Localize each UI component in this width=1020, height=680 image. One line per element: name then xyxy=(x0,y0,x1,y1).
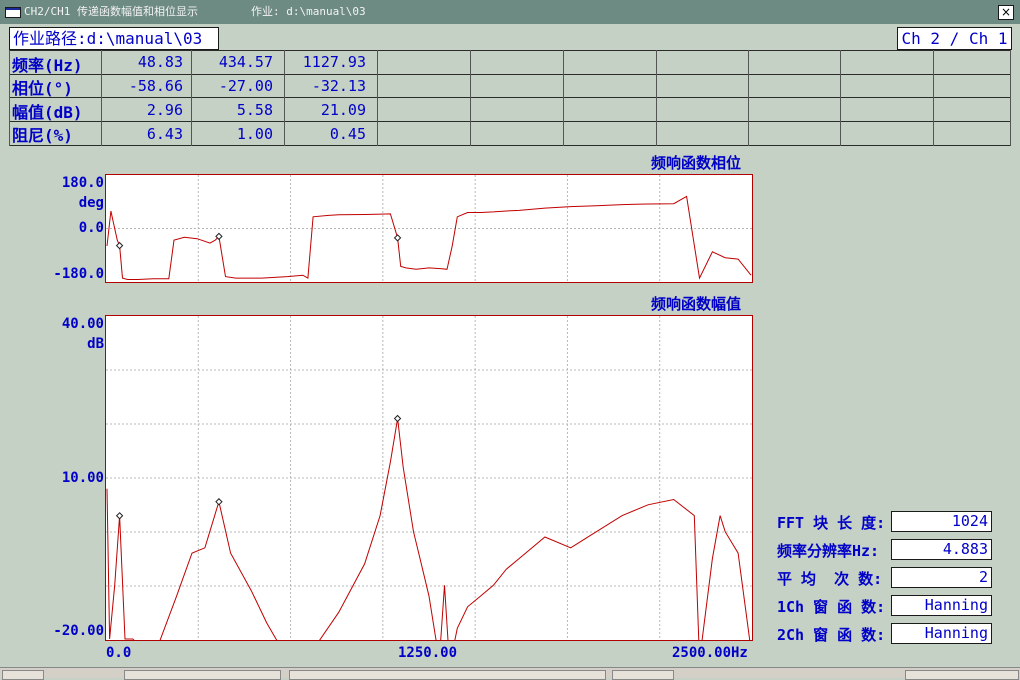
param-label-ch1-window: 1Ch 窗 函 数: xyxy=(777,598,886,616)
magnitude-y-mid: 10.00 xyxy=(61,470,104,486)
table-cell: 21.09 xyxy=(320,101,366,119)
peak-marker xyxy=(115,512,124,520)
title-bar: CH2/CH1 传递函数幅值和相位显示 作业: d:\manual\03 × xyxy=(0,0,1020,24)
taskbar-button[interactable] xyxy=(612,670,674,680)
channel-indicator: Ch 2 / Ch 1 xyxy=(897,27,1012,50)
table-cell: 5.58 xyxy=(236,101,273,119)
table-cell: -32.13 xyxy=(311,77,366,95)
table-cell: 2.96 xyxy=(146,101,183,119)
magnitude-plot[interactable] xyxy=(105,315,753,641)
table-cell: 0.45 xyxy=(329,125,366,143)
series-trace xyxy=(106,418,751,640)
taskbar xyxy=(0,667,1020,680)
phase-y-unit: deg xyxy=(78,195,104,211)
table-cell: -58.66 xyxy=(128,77,183,95)
table-cell: -27.00 xyxy=(218,77,273,95)
taskbar-button[interactable] xyxy=(2,670,44,680)
taskbar-button[interactable] xyxy=(289,670,606,680)
param-fft-block-field[interactable]: 1024 xyxy=(891,511,992,532)
row-label-damping: 阻尼(%) xyxy=(12,126,73,145)
table-cell: 6.43 xyxy=(146,125,183,143)
param-label-averages: 平 均 次 数: xyxy=(777,570,883,588)
row-label-frequency: 频率(Hz) xyxy=(12,56,83,75)
phase-plot[interactable] xyxy=(105,174,753,283)
magnitude-y-unit: dB xyxy=(87,336,104,352)
param-label-ch2-window: 2Ch 窗 函 数: xyxy=(777,626,886,644)
peak-marker xyxy=(215,498,223,506)
window-title: CH2/CH1 传递函数幅值和相位显示 作业: d:\manual\03 xyxy=(24,5,366,18)
magnitude-plot-title: 频响函数幅值 xyxy=(651,295,742,313)
close-button[interactable]: × xyxy=(998,5,1014,20)
table-cell: 434.57 xyxy=(218,53,273,71)
row-label-magnitude: 幅值(dB) xyxy=(12,103,83,122)
peak-marker xyxy=(115,241,124,250)
series-trace xyxy=(106,195,752,280)
modal-parameter-table: 频率(Hz) 48.83 434.57 1127.93 相位(°) -58.66… xyxy=(9,50,1011,146)
param-ch2-window-field[interactable]: Hanning xyxy=(891,623,992,644)
param-label-resolution: 频率分辨率Hz: xyxy=(777,542,880,560)
peak-marker xyxy=(393,234,402,242)
phase-y-mid: 0.0 xyxy=(78,220,104,236)
magnitude-y-top: 40.00 xyxy=(61,316,104,332)
param-label-fft-block: FFT 块 长 度: xyxy=(777,514,886,532)
phase-y-bottom: -180.0 xyxy=(53,266,104,282)
window-icon[interactable] xyxy=(5,7,21,18)
taskbar-button[interactable] xyxy=(905,670,1019,680)
phase-y-top: 180.0 xyxy=(61,175,104,191)
param-averages-field[interactable]: 2 xyxy=(891,567,992,588)
phase-plot-title: 频响函数相位 xyxy=(651,154,742,172)
peak-marker xyxy=(393,414,402,423)
table-cell: 1127.93 xyxy=(302,53,366,71)
param-ch1-window-field[interactable]: Hanning xyxy=(891,595,992,616)
x-axis-left: 0.0 xyxy=(106,645,132,661)
job-path-label: 作业路径:d:\manual\03 xyxy=(9,27,219,50)
x-axis-right: 2500.00Hz xyxy=(672,645,748,661)
param-resolution-field[interactable]: 4.883 xyxy=(891,539,992,560)
taskbar-button[interactable] xyxy=(124,670,281,680)
magnitude-y-bottom: -20.00 xyxy=(53,623,104,639)
table-cell: 1.00 xyxy=(236,125,273,143)
table-cell: 48.83 xyxy=(137,53,183,71)
row-label-phase: 相位(°) xyxy=(12,79,73,98)
x-axis-mid: 1250.00 xyxy=(398,645,458,661)
